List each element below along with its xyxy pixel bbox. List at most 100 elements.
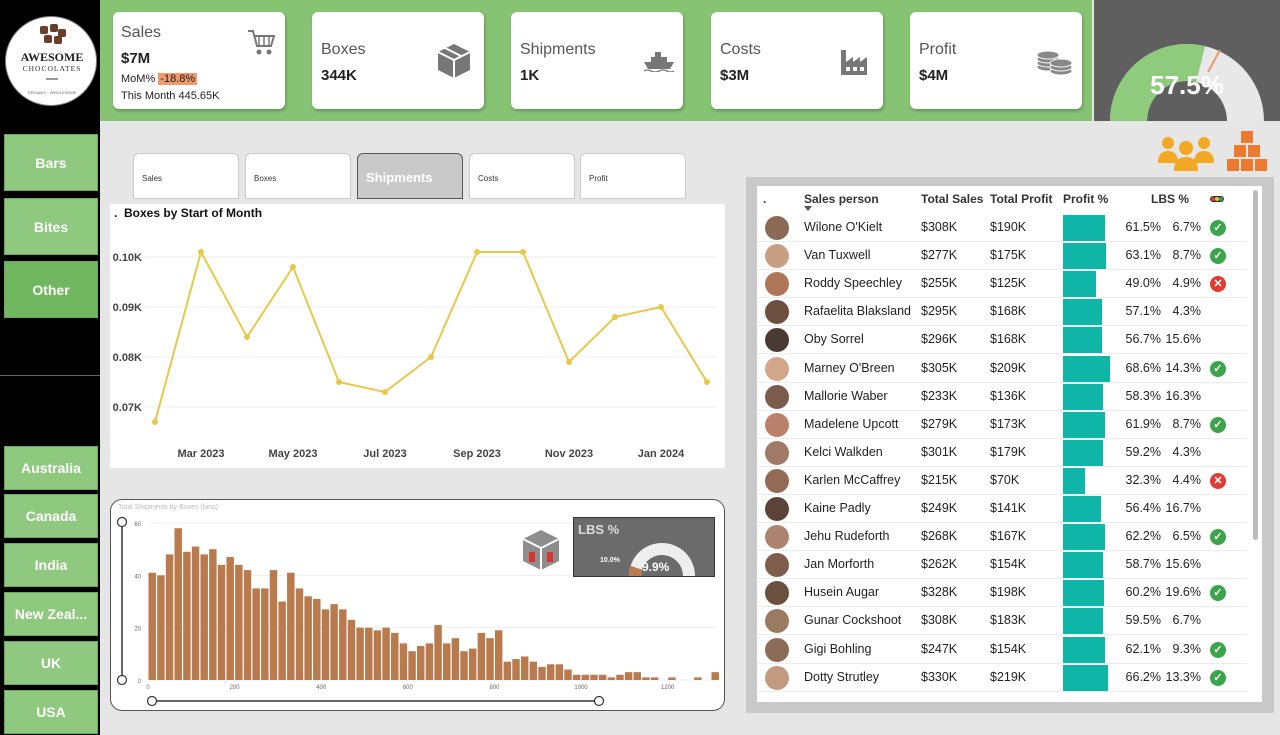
hist-bar[interactable] [174,528,182,680]
hist-bar[interactable] [295,588,304,680]
hist-bar[interactable] [321,609,330,680]
hist-bar[interactable] [365,627,373,680]
slicer-bites[interactable]: Bites [4,198,98,255]
col-header-total-profit[interactable]: Total Profit [990,192,1052,206]
slicer-uk[interactable]: UK [4,641,98,685]
kpi-card-costs[interactable]: Costs $3M [711,12,883,109]
slicer-canada[interactable]: Canada [4,494,98,538]
kpi-card-sales[interactable]: Sales $7M MoM% -18.8% This Month 445.65K [113,12,285,109]
hist-bar[interactable] [408,651,416,680]
line-point[interactable] [336,379,342,385]
hist-bar[interactable] [451,638,460,680]
hist-bar[interactable] [460,651,468,680]
slicer-bars[interactable]: Bars [4,134,98,191]
hist-bar[interactable] [278,601,286,681]
hist-bar[interactable] [157,575,165,680]
hist-bar[interactable] [339,609,347,680]
table-row[interactable]: Kaine Padly $249K $141K 56.4% 16.7% [757,495,1247,523]
slicer-new-zealand[interactable]: New Zeal... [4,592,98,636]
hist-bar[interactable] [399,643,408,680]
hist-bar[interactable] [711,672,719,680]
table-row[interactable]: Jehu Rudeforth $268K $167K 62.2% 6.5% ✓ [757,523,1247,552]
hist-bar[interactable] [650,677,659,680]
table-row[interactable]: Gigi Bohling $247K $154K 62.1% 9.3% ✓ [757,636,1247,664]
hist-bar[interactable] [512,659,520,680]
slicer-australia[interactable]: Australia [4,446,98,490]
kpi-card-boxes[interactable]: Boxes 344K [312,12,484,109]
y-slider-handle-bottom[interactable] [116,674,128,686]
table-row[interactable]: Husein Augar $328K $198K 60.2% 19.6% ✓ [757,579,1247,608]
people-icon[interactable] [1158,133,1214,171]
table-row[interactable]: Kelci Walkden $301K $179K 59.2% 4.3% [757,439,1247,467]
hist-bar[interactable] [226,557,234,680]
hist-bar[interactable] [607,677,616,680]
hist-bar[interactable] [304,596,312,680]
hist-bar[interactable] [417,645,425,680]
table-row[interactable]: Roddy Speechley $255K $125K 49.0% 4.9% ✕ [757,270,1247,299]
line-point[interactable] [566,359,572,365]
hist-bar[interactable] [165,554,174,680]
line-point[interactable] [428,354,434,360]
table-row[interactable]: Oby Sorrel $296K $168K 56.7% 15.6% [757,326,1247,355]
hist-bar[interactable] [442,643,451,680]
hist-bar[interactable] [391,632,399,680]
col-header-profit-pct[interactable]: Profit % [1063,192,1108,206]
hist-bar[interactable] [373,630,382,680]
hist-bar[interactable] [252,588,260,680]
table-row[interactable]: Gunar Cockshoot $308K $183K 59.5% 6.7% [757,607,1247,636]
slicer-other[interactable]: Other [4,261,98,318]
sort-desc-icon[interactable] [804,206,812,211]
hist-bar[interactable] [694,677,702,680]
col-header-sales-person[interactable]: Sales person [804,192,879,206]
hist-bar[interactable] [590,674,598,680]
kpi-card-profit[interactable]: Profit $4M [910,12,1082,109]
hist-bar[interactable] [330,604,338,680]
hist-bar[interactable] [217,564,226,680]
tab-boxes[interactable]: Boxes [245,153,351,199]
hist-bar[interactable] [494,630,503,680]
hist-bar[interactable] [382,627,390,680]
line-point[interactable] [520,249,526,255]
hist-bar[interactable] [425,643,434,680]
table-row[interactable]: Wilone O'Kielt $308K $190K 61.5% 6.7% ✓ [757,214,1247,242]
table-row[interactable]: Marney O'Breen $305K $209K 68.6% 14.3% ✓ [757,355,1247,383]
table-row[interactable]: Van Tuxwell $277K $175K 63.1% 8.7% ✓ [757,242,1247,271]
line-point[interactable] [382,389,388,395]
hist-bar[interactable] [261,588,269,680]
table-row[interactable]: Mallorie Waber $233K $136K 58.3% 16.3% [757,383,1247,411]
hist-bar[interactable] [555,664,564,680]
hist-bar[interactable] [616,674,624,680]
hist-bar[interactable] [581,674,590,680]
hist-bar[interactable] [624,672,633,680]
hist-bar[interactable] [503,661,512,680]
hist-bar[interactable] [529,661,538,680]
hist-bar[interactable] [520,656,529,680]
hist-bar[interactable] [235,564,243,680]
line-point[interactable] [290,264,296,270]
table-row[interactable]: Jan Morforth $262K $154K 58.7% 15.6% [757,551,1247,580]
x-slider-handle-right[interactable] [593,695,605,707]
hist-bar[interactable] [243,570,252,680]
kpi-card-shipments[interactable]: Shipments 1K [511,12,683,109]
table-scrollbar[interactable] [1253,190,1258,540]
line-point[interactable] [704,379,710,385]
tab-shipments[interactable]: Shipments [357,153,463,199]
hist-bar[interactable] [668,677,676,680]
hist-bar[interactable] [347,619,356,680]
tab-sales[interactable]: Sales [133,153,239,199]
hist-bar[interactable] [148,572,156,680]
line-chart[interactable]: 0.10K 0.09K 0.08K 0.07K Mar 2023 May 2023 Jul … [110,204,725,468]
line-point[interactable] [198,249,204,255]
hist-bar[interactable] [209,549,217,680]
tab-profit[interactable]: Profit [580,153,686,199]
hist-bar[interactable] [269,570,278,680]
hist-bar[interactable] [200,554,208,680]
table-row[interactable]: Madelene Upcott $279K $173K 61.9% 8.7% ✓ [757,411,1247,439]
line-point[interactable] [474,249,480,255]
col-header-lbs-pct[interactable]: LBS % [1151,192,1189,206]
hist-bar[interactable] [287,572,295,680]
table-row[interactable]: Rafaelita Blaksland $295K $168K 57.1% 4.3% [757,298,1247,327]
hist-bar[interactable] [468,648,477,680]
hist-bar[interactable] [546,664,555,680]
table-row[interactable]: Karlen McCaffrey $215K $70K 32.3% 4.4% ✕ [757,467,1247,495]
